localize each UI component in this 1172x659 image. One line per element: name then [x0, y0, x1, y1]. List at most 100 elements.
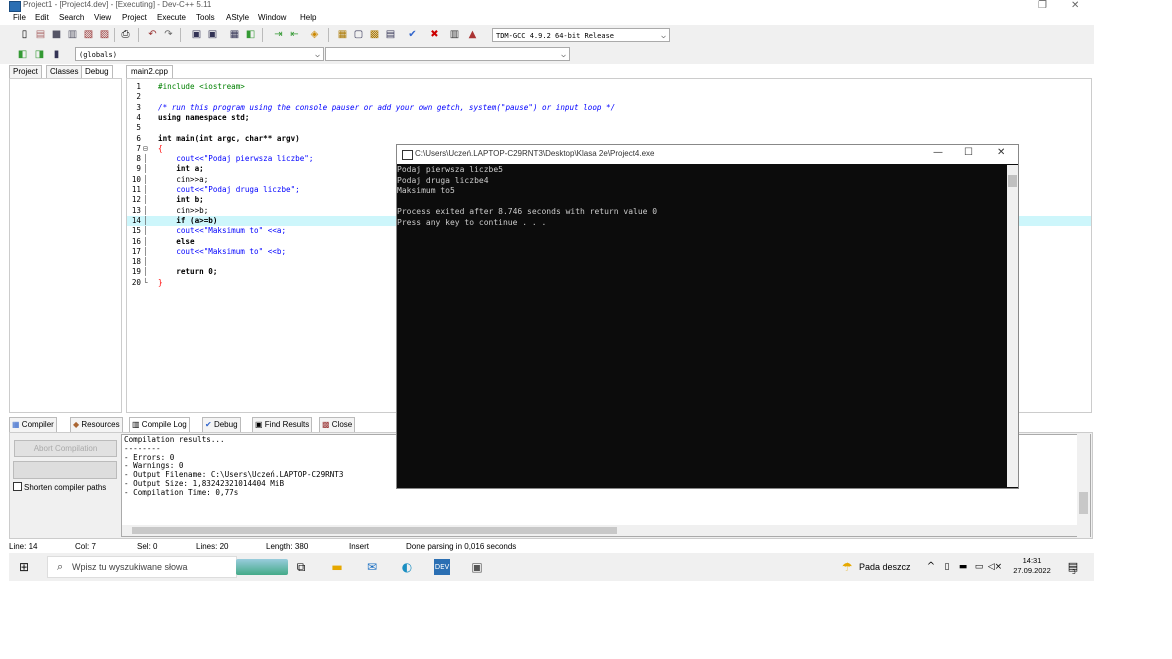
save-all-icon[interactable]: ▥: [66, 28, 79, 41]
maximize-icon[interactable]: ☐: [964, 147, 973, 158]
console-title: C:\Users\Uczeń.LAPTOP-C29RNT3\Desktop\Kl…: [415, 149, 655, 158]
compile-icon[interactable]: ▦: [336, 28, 349, 41]
devcpp-logo-icon: [9, 1, 21, 12]
profile-icon[interactable]: ▥: [448, 28, 461, 41]
volume-icon[interactable]: ◁×: [987, 559, 1003, 575]
check-icon: ✔: [205, 420, 212, 429]
menu-tools[interactable]: Tools: [196, 13, 215, 22]
battery-icon[interactable]: ▬: [955, 559, 971, 575]
horizontal-scrollbar[interactable]: [122, 525, 1077, 536]
indent-icon[interactable]: ⇥: [272, 28, 285, 41]
chevron-down-icon: ⌵: [661, 31, 666, 40]
redo-icon[interactable]: ↷: [162, 28, 175, 41]
notification-count: 3: [1072, 569, 1076, 576]
goto-bookmark-icon[interactable]: ▮: [50, 48, 63, 61]
vertical-scrollbar[interactable]: [1077, 434, 1090, 537]
save-icon[interactable]: ■: [50, 28, 63, 41]
tab-find-results[interactable]: ▣ Find Results: [252, 417, 313, 433]
menu-bar: File Edit Search View Project Execute To…: [0, 13, 1094, 25]
weather-image-icon[interactable]: [236, 559, 288, 575]
resources-icon: ◆: [73, 420, 80, 429]
weather-icon: ☂: [841, 560, 853, 574]
menu-window[interactable]: Window: [258, 13, 286, 22]
print-icon[interactable]: ⎙: [119, 28, 132, 41]
console-taskbar-icon[interactable]: ▣: [469, 559, 485, 575]
unindent-icon[interactable]: ⇤: [288, 28, 301, 41]
minimize-icon[interactable]: —: [933, 147, 943, 158]
bookmark-icon[interactable]: ◧: [244, 28, 257, 41]
left-panel-tabs: Project Classes Debug: [9, 65, 122, 78]
replace-icon[interactable]: ▣: [206, 28, 219, 41]
run-icon[interactable]: ▢: [352, 28, 365, 41]
task-view-icon[interactable]: ⧉: [293, 559, 309, 575]
compile-run-icon[interactable]: ▩: [368, 28, 381, 41]
menu-execute[interactable]: Execute: [157, 13, 186, 22]
find-icon[interactable]: ▣: [190, 28, 203, 41]
shorten-paths-checkbox[interactable]: Shorten compiler paths: [13, 482, 106, 492]
console-scrollbar[interactable]: [1007, 165, 1018, 487]
taskbar-search[interactable]: ⌕ Wpisz tu wyszukiwane słowa: [47, 556, 237, 578]
close-icon[interactable]: ✕: [1071, 0, 1079, 11]
scroll-thumb: [1008, 175, 1017, 187]
tab-debug-bottom[interactable]: ✔ Debug: [202, 417, 241, 433]
title-bar: Project1 - [Project4.dev] - [Executing] …: [0, 0, 1094, 12]
insert-icon[interactable]: ◧: [16, 48, 29, 61]
code-line: 2: [136, 92, 141, 102]
compiler-select[interactable]: TDM-GCC 4.9.2 64-bit Release ⌵: [492, 28, 670, 42]
goto-icon[interactable]: ▦: [228, 28, 241, 41]
menu-astyle[interactable]: AStyle: [226, 13, 249, 22]
toolbar-divider: [262, 28, 263, 42]
menu-view[interactable]: View: [94, 13, 111, 22]
abort-compilation-button[interactable]: Abort Compilation: [14, 440, 117, 457]
check-syntax-icon[interactable]: ✔: [406, 28, 419, 41]
editor-tab[interactable]: main2.cpp: [126, 65, 173, 79]
chevron-up-icon[interactable]: ^: [923, 559, 939, 575]
menu-edit[interactable]: Edit: [35, 13, 49, 22]
new-file-icon[interactable]: ▯: [18, 28, 31, 41]
toggle-bookmark-icon[interactable]: ◨: [33, 48, 46, 61]
devcpp-taskbar-icon[interactable]: DEV: [434, 559, 450, 575]
clock[interactable]: 14:31 27.09.2022: [1012, 556, 1052, 576]
file-explorer-icon[interactable]: ▬: [329, 559, 345, 575]
weather-text[interactable]: Pada deszcz: [859, 562, 911, 572]
open-icon[interactable]: ▤: [34, 28, 47, 41]
compiler-icon: ▦: [12, 420, 20, 429]
member-select[interactable]: ⌵: [325, 47, 570, 61]
toolbar-divider: [114, 28, 115, 42]
menu-project[interactable]: Project: [122, 13, 147, 22]
scroll-thumb: [132, 527, 617, 534]
main-toolbar: ▯ ▤ ■ ▥ ▧ ▨ ⎙ ↶ ↷ ▣ ▣ ▦ ◧ ⇥ ⇤ ◈ ▦ ▢ ▩ ▤ …: [0, 25, 1094, 46]
console-title-bar: C:\Users\Uczeń.LAPTOP-C29RNT3\Desktop\Kl…: [397, 145, 1018, 164]
tab-close[interactable]: ▩ Close: [319, 417, 356, 433]
tab-resources[interactable]: ◆ Resources: [70, 417, 123, 433]
code-line: 4 using namespace std;: [136, 112, 250, 122]
shorten-paths-label: Shorten compiler paths: [24, 483, 107, 492]
toggle-comment-icon[interactable]: ◈: [308, 28, 321, 41]
close-tab-icon: ▩: [322, 420, 330, 429]
menu-file[interactable]: File: [13, 13, 26, 22]
close-file-icon[interactable]: ▧: [82, 28, 95, 41]
restore-icon[interactable]: ❐: [1038, 0, 1047, 11]
taskbar-search-placeholder: Wpisz tu wyszukiwane słowa: [72, 562, 188, 572]
close-icon[interactable]: ✕: [997, 147, 1005, 158]
menu-help[interactable]: Help: [300, 13, 316, 22]
mail-icon[interactable]: ✉: [364, 559, 380, 575]
tab-project[interactable]: Project: [9, 65, 42, 78]
stop-execution-icon[interactable]: ✖: [428, 28, 441, 41]
windows-start-icon[interactable]: ⊞: [16, 559, 32, 575]
close-all-icon[interactable]: ▨: [98, 28, 111, 41]
tab-classes[interactable]: Classes: [46, 65, 83, 78]
display-icon[interactable]: ▭: [971, 559, 987, 575]
window-title: Project1 - [Project4.dev] - [Executing] …: [23, 0, 212, 9]
rebuild-icon[interactable]: ▤: [384, 28, 397, 41]
scope-select[interactable]: (globals) ⌵: [75, 47, 324, 61]
menu-search[interactable]: Search: [59, 13, 84, 22]
tab-compiler[interactable]: ▦ Compiler: [9, 417, 57, 433]
undo-icon[interactable]: ↶: [146, 28, 159, 41]
tab-debug[interactable]: Debug: [81, 65, 113, 78]
edge-icon[interactable]: ◐: [399, 559, 415, 575]
tab-compile-log[interactable]: ▥ Compile Log: [129, 417, 190, 432]
scope-select-value: (globals): [79, 51, 117, 59]
debug-icon[interactable]: ▲: [466, 28, 479, 41]
network-icon[interactable]: ▯: [939, 559, 955, 575]
